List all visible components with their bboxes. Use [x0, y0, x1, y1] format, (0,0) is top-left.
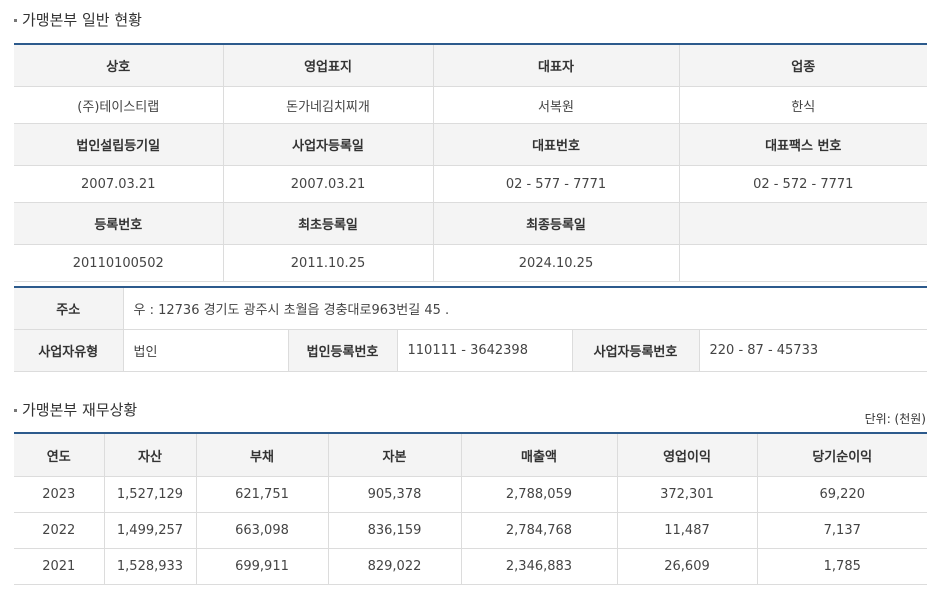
- assets-cell: 1,499,257: [104, 512, 197, 549]
- table-row: 2007.03.21 2007.03.21 02 - 577 - 7771 02…: [14, 165, 927, 203]
- unit-label: 단위: (천원): [864, 412, 926, 426]
- table-row: 사업자유형 법인 법인등록번호 110111 - 3642398 사업자등록번호…: [14, 329, 928, 372]
- table-header-row: 등록번호 최초등록일 최종등록일: [14, 202, 927, 245]
- revenue-cell: 2,346,883: [461, 548, 618, 585]
- registration-no: 20110100502: [14, 244, 224, 282]
- financial-table: 연도 자산 부채 자본 매출액 영업이익 당기순이익 2023 1,527,12…: [14, 432, 927, 585]
- liabilities-cell: 699,911: [196, 548, 329, 585]
- header-ceo: 대표자: [433, 44, 680, 87]
- header-last-reg-date: 최종등록일: [433, 202, 680, 245]
- table-header-row: 법인설립등기일 사업자등록일 대표번호 대표팩스 번호: [14, 123, 927, 166]
- assets-cell: 1,528,933: [104, 548, 197, 585]
- phone-number: 02 - 577 - 7771: [433, 165, 680, 203]
- table-row: 2022 1,499,257 663,098 836,159 2,784,768…: [14, 512, 927, 549]
- industry: 한식: [679, 86, 927, 124]
- empty-cell: [679, 244, 927, 282]
- revenue-cell: 2,784,768: [461, 512, 618, 549]
- header-liabilities: 부채: [196, 433, 329, 477]
- year-cell: 2022: [14, 512, 105, 549]
- table-row: 주소 우 : 12736 경기도 광주시 초월읍 경충대로963번길 45 .: [14, 287, 928, 330]
- business-reg-date: 2007.03.21: [223, 165, 434, 203]
- revenue-cell: 2,788,059: [461, 476, 618, 513]
- header-phone: 대표번호: [433, 123, 680, 166]
- equity-cell: 836,159: [328, 512, 462, 549]
- last-reg-date: 2024.10.25: [433, 244, 680, 282]
- header-first-reg-date: 최초등록일: [223, 202, 434, 245]
- ceo-name: 서복원: [433, 86, 680, 124]
- operating-income-cell: 11,487: [617, 512, 758, 549]
- equity-cell: 829,022: [328, 548, 462, 585]
- net-income-cell: 69,220: [757, 476, 927, 513]
- fax-number: 02 - 572 - 7771: [679, 165, 927, 203]
- corp-reg-no-label: 법인등록번호: [288, 329, 398, 372]
- general-status-title: 가맹본부 일반 현황: [14, 9, 142, 29]
- liabilities-cell: 621,751: [196, 476, 329, 513]
- table-header-row: 연도 자산 부채 자본 매출액 영업이익 당기순이익: [14, 433, 927, 477]
- operating-income-cell: 372,301: [617, 476, 758, 513]
- address-value: 우 : 12736 경기도 광주시 초월읍 경충대로963번길 45 .: [123, 287, 928, 330]
- address-table: 주소 우 : 12736 경기도 광주시 초월읍 경충대로963번길 45 . …: [14, 286, 928, 372]
- first-reg-date: 2011.10.25: [223, 244, 434, 282]
- header-fax: 대표팩스 번호: [679, 123, 927, 166]
- year-cell: 2021: [14, 548, 105, 585]
- business-type-value: 법인: [123, 329, 289, 372]
- address-label: 주소: [14, 287, 124, 330]
- corp-reg-no-value: 110111 - 3642398: [397, 329, 573, 372]
- year-cell: 2023: [14, 476, 105, 513]
- net-income-cell: 1,785: [757, 548, 927, 585]
- header-registration-no: 등록번호: [14, 202, 224, 245]
- liabilities-cell: 663,098: [196, 512, 329, 549]
- header-net-income: 당기순이익: [757, 433, 927, 477]
- header-equity: 자본: [328, 433, 462, 477]
- header-assets: 자산: [104, 433, 197, 477]
- equity-cell: 905,378: [328, 476, 462, 513]
- header-business-reg-date: 사업자등록일: [223, 123, 434, 166]
- assets-cell: 1,527,129: [104, 476, 197, 513]
- table-header-row: 상호 영업표지 대표자 업종: [14, 44, 927, 87]
- bullet-icon: [14, 19, 17, 22]
- header-year: 연도: [14, 433, 105, 477]
- header-incorporation-date: 법인설립등기일: [14, 123, 224, 166]
- company-name: (주)테이스티랩: [14, 86, 224, 124]
- table-row: (주)테이스티랩 돈가네김치찌개 서복원 한식: [14, 86, 927, 124]
- business-reg-no-value: 220 - 87 - 45733: [699, 329, 928, 372]
- net-income-cell: 7,137: [757, 512, 927, 549]
- header-revenue: 매출액: [461, 433, 618, 477]
- business-reg-no-label: 사업자등록번호: [572, 329, 700, 372]
- header-brand: 영업표지: [223, 44, 434, 87]
- table-row: 2023 1,527,129 621,751 905,378 2,788,059…: [14, 476, 927, 513]
- header-industry: 업종: [679, 44, 927, 87]
- table-row: 20110100502 2011.10.25 2024.10.25: [14, 244, 927, 282]
- financial-status-title: 가맹본부 재무상황: [14, 399, 137, 419]
- brand-name: 돈가네김치찌개: [223, 86, 434, 124]
- incorporation-date: 2007.03.21: [14, 165, 224, 203]
- header-company-name: 상호: [14, 44, 224, 87]
- table-row: 2021 1,528,933 699,911 829,022 2,346,883…: [14, 548, 927, 585]
- header-empty: [679, 202, 927, 245]
- business-type-label: 사업자유형: [14, 329, 124, 372]
- general-status-table: 상호 영업표지 대표자 업종 (주)테이스티랩 돈가네김치찌개 서복원 한식 법…: [14, 43, 927, 282]
- header-operating-income: 영업이익: [617, 433, 758, 477]
- operating-income-cell: 26,609: [617, 548, 758, 585]
- bullet-icon: [14, 409, 17, 412]
